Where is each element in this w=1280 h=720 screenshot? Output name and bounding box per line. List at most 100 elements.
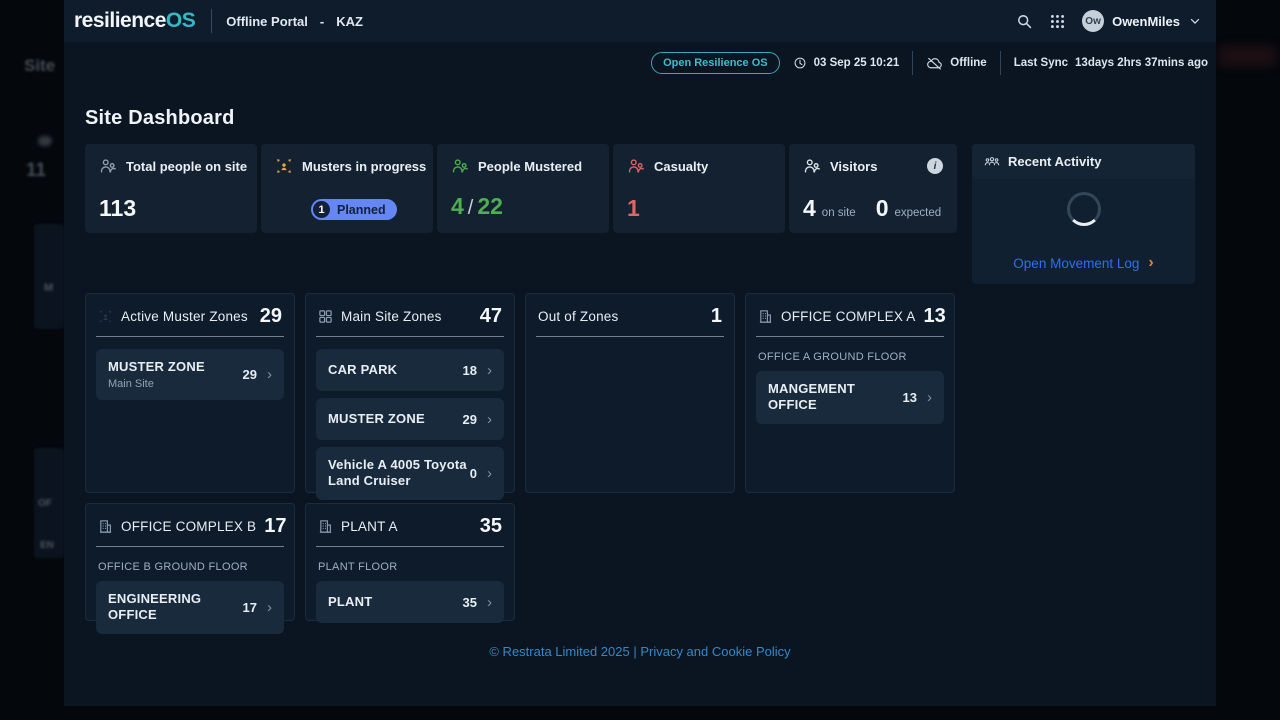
chevron-down-icon[interactable] bbox=[1188, 14, 1202, 28]
visitors-on-site-value: 4 bbox=[803, 195, 816, 221]
zone-card-title: PLANT A bbox=[341, 519, 398, 534]
zone-row-value: 0 bbox=[469, 465, 477, 481]
building-icon bbox=[318, 519, 333, 534]
last-sync-label: Last Sync bbox=[1013, 57, 1069, 69]
site-code: KAZ bbox=[336, 13, 363, 29]
zone-card-count: 17 bbox=[264, 515, 287, 537]
chevron-right-icon: › bbox=[267, 366, 272, 384]
zone-card-count: 13 bbox=[923, 305, 946, 327]
open-resilience-os-button[interactable]: Open Resilience OS bbox=[651, 52, 780, 74]
planned-muster-badge[interactable]: 1 Planned bbox=[311, 199, 397, 220]
zone-card-plant-a: PLANT A 35 PLANT FLOOR PLANT 35 › bbox=[305, 503, 515, 623]
cloud-offline-icon bbox=[926, 56, 943, 71]
chevron-right-icon: › bbox=[487, 361, 492, 379]
zone-card-count: 1 bbox=[710, 305, 722, 327]
grid-2x2-icon bbox=[318, 309, 333, 324]
loading-spinner bbox=[1066, 192, 1101, 226]
stat-label: People Mustered bbox=[478, 158, 583, 174]
people-icon bbox=[803, 157, 821, 175]
zone-row-value: 13 bbox=[902, 389, 917, 405]
chevron-right-icon: › bbox=[267, 598, 272, 616]
user-name: OwenMiles bbox=[1112, 13, 1180, 29]
badge-count: 1 bbox=[313, 201, 330, 218]
visitors-values: 4 on site 0 expected bbox=[803, 197, 943, 220]
zone-card-office-complex-a: OFFICE COMPLEX A 13 OFFICE A GROUND FLOO… bbox=[745, 293, 955, 493]
muster-point-icon bbox=[98, 309, 113, 324]
zone-row-value: 35 bbox=[462, 594, 477, 610]
ghost-text-fragment: Site bbox=[24, 56, 56, 75]
visitors-on-site-label: on site bbox=[821, 207, 856, 219]
stat-label: Total people on site bbox=[126, 158, 248, 174]
zone-row-mangement-office[interactable]: MANGEMENT OFFICE 13 › bbox=[756, 371, 944, 424]
zone-row-name: PLANT bbox=[328, 593, 373, 609]
portal-label: Offline Portal bbox=[226, 13, 308, 29]
avatar: Ow bbox=[1082, 10, 1105, 32]
zone-row-engineering-office[interactable]: ENGINEERING OFFICE 17 › bbox=[96, 581, 284, 634]
floor-label: OFFICE B GROUND FLOOR bbox=[98, 561, 248, 573]
last-sync-group: Last Sync 13days 2hrs 37mins ago bbox=[1014, 57, 1208, 69]
logo-text-main: resilience bbox=[74, 9, 166, 32]
stat-card-total-people: Total people on site 113 bbox=[85, 144, 257, 233]
zone-row-name: ENGINEERING OFFICE bbox=[108, 591, 202, 623]
app-window: resilienceOS Offline Portal - KAZ Ow Owe… bbox=[64, 0, 1216, 706]
zone-row-plant[interactable]: PLANT 35 › bbox=[316, 581, 504, 623]
mustered-current: 4 bbox=[451, 193, 464, 219]
movement-log-label: Open Movement Log bbox=[1013, 255, 1140, 271]
ghost-text-fragment: M bbox=[44, 282, 54, 294]
people-icon bbox=[627, 157, 645, 175]
zones-grid: Active Muster Zones 29 MUSTER ZONE Main … bbox=[85, 293, 955, 634]
connection-status-text: Offline bbox=[950, 57, 987, 69]
zone-row-vehicle[interactable]: Vehicle A 4005 Toyota Land Cruiser 0 › bbox=[316, 447, 504, 500]
zone-row-muster-zone[interactable]: MUSTER ZONE Main Site 29 › bbox=[96, 349, 284, 401]
visitors-expected-value: 0 bbox=[875, 195, 889, 221]
ghost-icon-blob bbox=[38, 136, 52, 146]
zone-row-name: CAR PARK bbox=[328, 361, 398, 377]
apps-grid-icon[interactable] bbox=[1049, 13, 1066, 30]
chevron-right-icon: › bbox=[1148, 254, 1154, 271]
stat-card-musters: Musters in progress 1 Planned bbox=[261, 144, 433, 233]
zone-card-count: 35 bbox=[479, 515, 502, 537]
clock-icon bbox=[793, 56, 807, 70]
zone-card-active-muster-zones: Active Muster Zones 29 MUSTER ZONE Main … bbox=[85, 293, 295, 493]
zone-row-name: Vehicle A 4005 Toyota Land Cruiser bbox=[328, 457, 467, 489]
portal-separator: - bbox=[319, 13, 325, 29]
stat-card-casualty: Casualty 1 bbox=[613, 144, 785, 233]
footer-policy-link[interactable]: © Restrata Limited 2025 | Privacy and Co… bbox=[489, 644, 790, 659]
zone-card-title: OFFICE COMPLEX A bbox=[781, 309, 916, 324]
zone-row-subtitle: Main Site bbox=[108, 378, 154, 391]
ghost-text-fragment: EN bbox=[40, 540, 54, 551]
people-icon bbox=[99, 157, 117, 175]
logo-text-accent: OS bbox=[165, 9, 196, 32]
chevron-right-icon: › bbox=[927, 388, 932, 406]
zone-row-muster-zone[interactable]: MUSTER ZONE 29 › bbox=[316, 398, 504, 440]
user-menu[interactable]: Ow OwenMiles bbox=[1082, 10, 1202, 32]
ghost-smudge bbox=[1218, 46, 1276, 66]
info-icon[interactable]: i bbox=[927, 158, 943, 174]
portal-breadcrumb: Offline Portal - KAZ bbox=[226, 14, 363, 29]
zone-card-title: Out of Zones bbox=[538, 309, 619, 324]
floor-label: OFFICE A GROUND FLOOR bbox=[758, 351, 907, 363]
stat-card-people-mustered: People Mustered 4 / 22 bbox=[437, 144, 609, 233]
page-title: Site Dashboard bbox=[85, 107, 235, 129]
zone-card-count: 29 bbox=[259, 305, 282, 327]
chevron-right-icon: › bbox=[487, 410, 492, 428]
ghost-panel bbox=[34, 224, 64, 329]
stat-label: Musters in progress bbox=[302, 158, 427, 174]
open-movement-log-link[interactable]: Open Movement Log › bbox=[1013, 255, 1153, 271]
search-icon[interactable] bbox=[1016, 13, 1033, 30]
zone-card-title: Active Muster Zones bbox=[121, 309, 248, 324]
status-divider bbox=[912, 51, 914, 75]
zone-row-name: MUSTER ZONE bbox=[108, 359, 205, 374]
zone-row-car-park[interactable]: CAR PARK 18 › bbox=[316, 349, 504, 391]
zone-card-out-of-zones: Out of Zones 1 bbox=[525, 293, 735, 493]
visitors-expected-label: expected bbox=[894, 207, 942, 219]
stats-row: Total people on site 113 Musters in prog… bbox=[85, 144, 1195, 284]
ghost-text-fragment: OF bbox=[38, 498, 52, 509]
mustered-ratio: 4 / 22 bbox=[451, 193, 595, 220]
zone-row-name: MANGEMENT OFFICE bbox=[768, 381, 856, 413]
people-icon bbox=[451, 157, 469, 175]
ratio-separator: / bbox=[467, 197, 474, 219]
nav-divider bbox=[211, 9, 213, 33]
datetime-group: 03 Sep 25 10:21 bbox=[793, 56, 899, 70]
last-sync-value: 13days 2hrs 37mins ago bbox=[1075, 57, 1208, 69]
